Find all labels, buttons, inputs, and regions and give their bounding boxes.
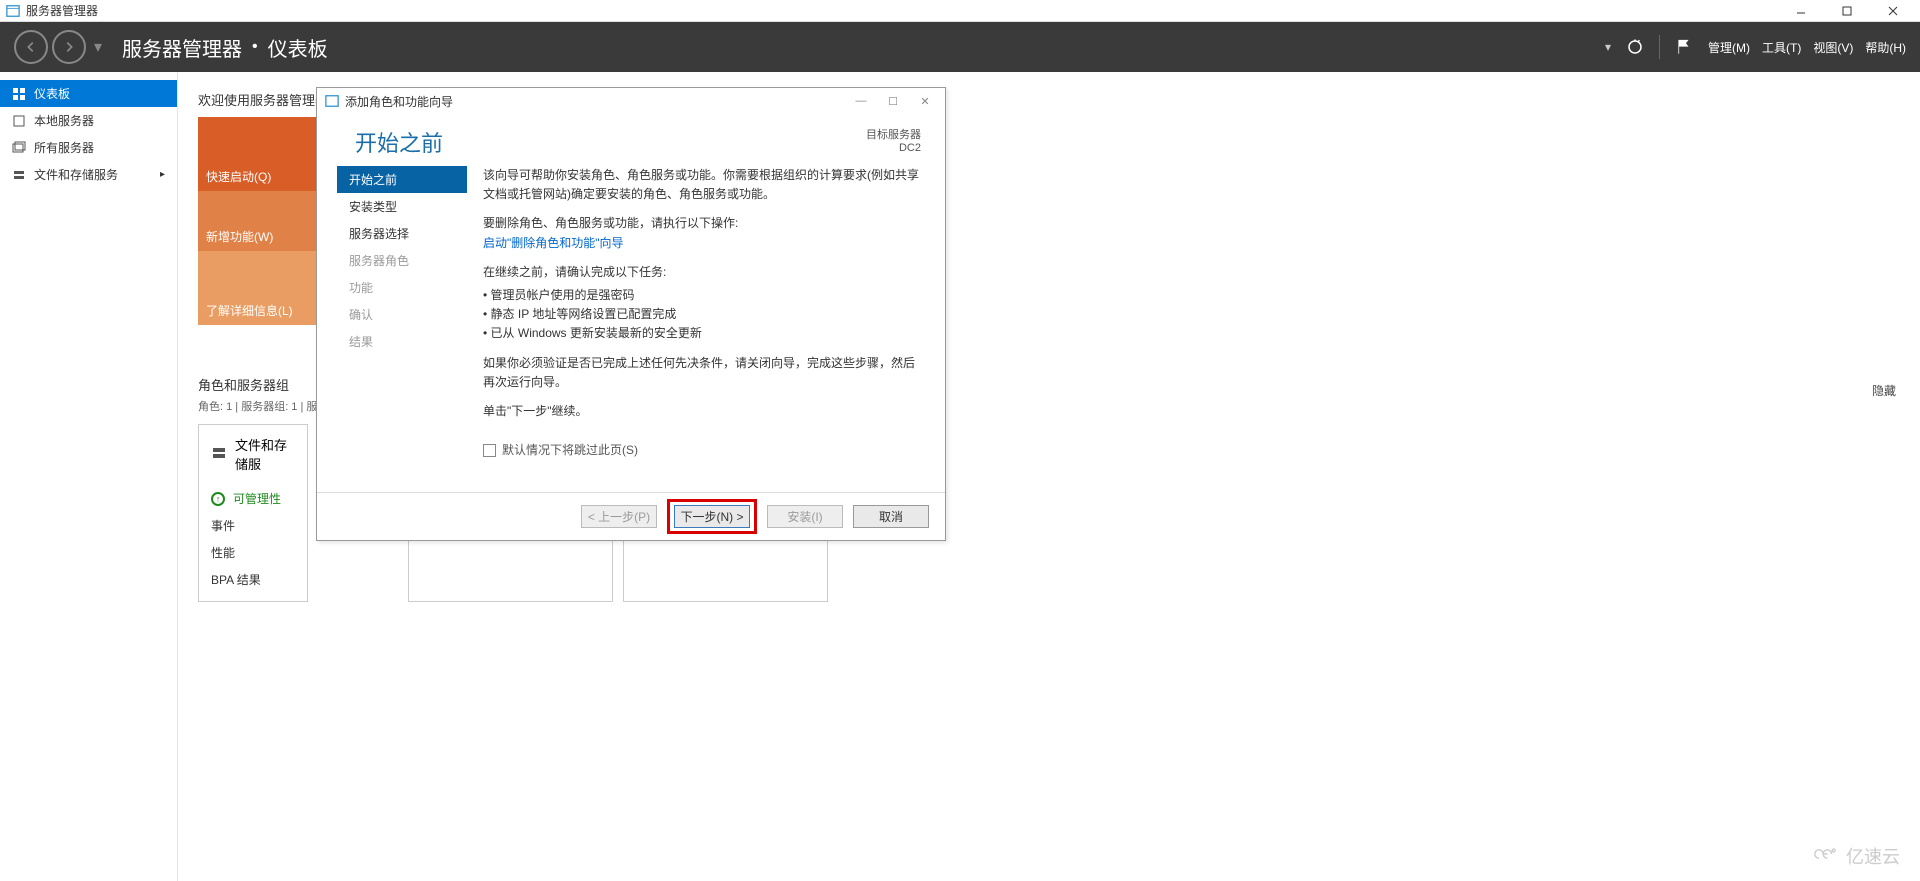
wizard-minimize-button[interactable]: — <box>845 90 877 112</box>
wizard-heading: 开始之前 <box>355 126 443 158</box>
wizard-p3: 在继续之前，请确认完成以下任务: <box>483 263 921 282</box>
tile-learnmore[interactable]: 了解详细信息(L) <box>198 251 318 325</box>
sidebar-item-file-storage[interactable]: 文件和存储服务 ▸ <box>0 161 177 188</box>
wizard-p1: 该向导可帮助你安装角色、角色服务或功能。你需要根据组织的计算要求(例如共享文档或… <box>483 166 921 204</box>
sidebar-item-dashboard[interactable]: 仪表板 <box>0 80 177 107</box>
card-row-bpa[interactable]: BPA 结果 <box>211 566 295 593</box>
wizard-titlebar[interactable]: 添加角色和功能向导 — ☐ ✕ <box>317 88 945 114</box>
wizard-target: 目标服务器 DC2 <box>866 126 921 154</box>
nav-forward-button[interactable] <box>52 30 86 64</box>
checkbox-label: 默认情况下将跳过此页(S) <box>502 441 638 460</box>
wizard-p5: 单击"下一步"继续。 <box>483 402 921 421</box>
wizard-nav-server-select[interactable]: 服务器选择 <box>337 220 467 247</box>
nav-back-button[interactable] <box>14 30 48 64</box>
prev-button: < 上一步(P) <box>581 505 657 528</box>
wizard-buttons: < 上一步(P) 下一步(N) > 安装(I) 取消 <box>317 492 945 540</box>
wizard-nav-results: 结果 <box>337 328 467 355</box>
card-file-storage[interactable]: 文件和存储服 ↑可管理性 事件 性能 BPA 结果 <box>198 424 308 602</box>
target-value: DC2 <box>866 142 921 154</box>
skip-page-checkbox[interactable]: 默认情况下将跳过此页(S) <box>483 441 921 460</box>
menu-help[interactable]: 帮助(H) <box>1865 39 1906 56</box>
breadcrumb-root[interactable]: 服务器管理器 <box>122 33 242 62</box>
flag-icon[interactable] <box>1672 35 1696 59</box>
server-icon <box>12 114 26 128</box>
main: 仪表板 本地服务器 所有服务器 文件和存储服务 ▸ 欢迎使用服务器管理器 快速启… <box>0 72 1920 881</box>
prereq-item: 静态 IP 地址等网络设置已配置完成 <box>483 305 921 324</box>
storage-icon <box>211 445 227 464</box>
storage-icon <box>12 168 26 182</box>
breadcrumb-sep-icon: • <box>252 38 258 56</box>
wizard-title: 添加角色和功能向导 <box>345 93 453 110</box>
divider <box>1659 35 1660 59</box>
card-row-performance[interactable]: 性能 <box>211 539 295 566</box>
wizard-close-button[interactable]: ✕ <box>909 90 941 112</box>
wizard-icon <box>325 94 339 108</box>
prereq-item: 已从 Windows 更新安装最新的安全更新 <box>483 324 921 343</box>
watermark: 亿速云 <box>1812 843 1900 869</box>
menu-manage[interactable]: 管理(M) <box>1708 39 1750 56</box>
maximize-button[interactable] <box>1824 0 1870 22</box>
breadcrumb: 服务器管理器 • 仪表板 <box>122 33 328 62</box>
nav-dropdown-icon[interactable]: ▾ <box>94 37 102 57</box>
sidebar-item-local-server[interactable]: 本地服务器 <box>0 107 177 134</box>
quick-start-tiles: 快速启动(Q) 新增功能(W) 了解详细信息(L) <box>198 117 318 325</box>
wizard-nav-before-begin[interactable]: 开始之前 <box>337 166 467 193</box>
hide-link[interactable]: 隐藏 <box>1872 382 1896 399</box>
wizard-nav-install-type[interactable]: 安装类型 <box>337 193 467 220</box>
cancel-button[interactable]: 取消 <box>853 505 929 528</box>
wizard-header: 开始之前 目标服务器 DC2 <box>317 114 945 166</box>
app-icon <box>6 4 20 18</box>
refresh-icon[interactable] <box>1623 35 1647 59</box>
wizard-p2: 要删除角色、角色服务或功能，请执行以下操作: <box>483 214 921 233</box>
chevron-right-icon: ▸ <box>160 169 165 180</box>
servers-icon <box>12 141 26 155</box>
tile-quickstart[interactable]: 快速启动(Q) <box>198 117 318 191</box>
wizard-content: 该向导可帮助你安装角色、角色服务或功能。你需要根据组织的计算要求(例如共享文档或… <box>467 166 921 492</box>
wizard-nav-server-roles: 服务器角色 <box>337 247 467 274</box>
minimize-button[interactable] <box>1778 0 1824 22</box>
wizard-prereq-list: 管理员帐户使用的是强密码 静态 IP 地址等网络设置已配置完成 已从 Windo… <box>483 286 921 344</box>
header-bar: ▾ 服务器管理器 • 仪表板 ▾ 管理(M) 工具(T) 视图(V) 帮助(H) <box>0 22 1920 72</box>
breadcrumb-current: 仪表板 <box>268 33 328 62</box>
next-button[interactable]: 下一步(N) > <box>674 505 750 528</box>
prereq-item: 管理员帐户使用的是强密码 <box>483 286 921 305</box>
remove-roles-link[interactable]: 启动"删除角色和功能"向导 <box>483 236 624 250</box>
add-roles-wizard: 添加角色和功能向导 — ☐ ✕ 开始之前 目标服务器 DC2 开始之前 安装类型… <box>316 87 946 541</box>
checkbox-icon[interactable] <box>483 444 496 457</box>
wizard-p4: 如果你必须验证是否已完成上述任何先决条件，请关闭向导，完成这些步骤，然后再次运行… <box>483 354 921 392</box>
sidebar-item-label: 仪表板 <box>34 85 70 102</box>
card-title: 文件和存储服 <box>235 435 295 473</box>
nav-arrows: ▾ <box>14 30 102 64</box>
menu-view[interactable]: 视图(V) <box>1813 39 1853 56</box>
card-row-events[interactable]: 事件 <box>211 512 295 539</box>
wizard-nav-features: 功能 <box>337 274 467 301</box>
outer-window-titlebar: 服务器管理器 <box>0 0 1920 22</box>
highlight-box: 下一步(N) > <box>667 499 757 534</box>
card-row-manageability[interactable]: ↑可管理性 <box>211 485 295 512</box>
outer-window-controls <box>1778 0 1916 22</box>
watermark-text: 亿速云 <box>1846 843 1900 869</box>
card-header: 文件和存储服 <box>199 425 307 481</box>
outer-window-title: 服务器管理器 <box>26 2 98 19</box>
watermark-icon <box>1812 844 1840 869</box>
sidebar-item-label: 所有服务器 <box>34 139 94 156</box>
sidebar: 仪表板 本地服务器 所有服务器 文件和存储服务 ▸ <box>0 72 178 881</box>
wizard-maximize-button[interactable]: ☐ <box>877 90 909 112</box>
wizard-nav-confirm: 确认 <box>337 301 467 328</box>
wizard-nav: 开始之前 安装类型 服务器选择 服务器角色 功能 确认 结果 <box>317 166 467 492</box>
close-button[interactable] <box>1870 0 1916 22</box>
sidebar-item-label: 文件和存储服务 <box>34 166 118 183</box>
wizard-body: 开始之前 安装类型 服务器选择 服务器角色 功能 确认 结果 该向导可帮助你安装… <box>317 166 945 492</box>
menu-tools[interactable]: 工具(T) <box>1762 39 1801 56</box>
sidebar-item-label: 本地服务器 <box>34 112 94 129</box>
up-arrow-icon: ↑ <box>211 492 225 506</box>
header-dropdown-icon[interactable]: ▾ <box>1605 40 1611 54</box>
dashboard-icon <box>12 87 26 101</box>
target-label: 目标服务器 <box>866 126 921 142</box>
sidebar-item-all-servers[interactable]: 所有服务器 <box>0 134 177 161</box>
tile-whatsnew[interactable]: 新增功能(W) <box>198 191 318 251</box>
header-right: ▾ 管理(M) 工具(T) 视图(V) 帮助(H) <box>1605 35 1906 59</box>
install-button: 安装(I) <box>767 505 843 528</box>
